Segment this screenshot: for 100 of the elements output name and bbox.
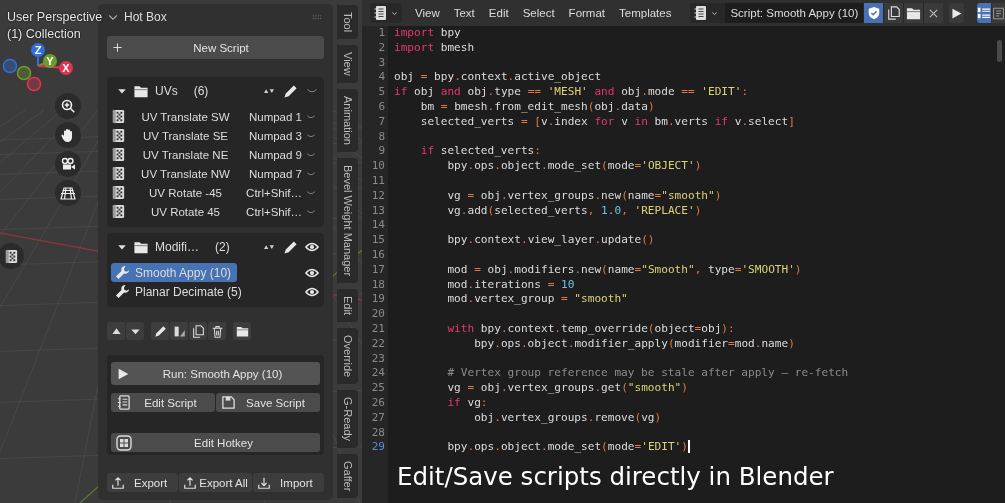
play-icon [116, 366, 130, 381]
trust-toggle[interactable] [864, 3, 884, 23]
axis-label: X [62, 62, 70, 74]
run-button[interactable]: Run: Smooth Appy (10) [111, 362, 320, 385]
sidebar-tab[interactable]: Gaffer [337, 454, 358, 499]
axis-handle[interactable] [2, 58, 18, 74]
line-number: 25 [370, 381, 386, 396]
save-icon [221, 395, 236, 410]
sidebar-tab[interactable]: View [337, 45, 358, 83]
code-line: bpy.context.view_layer.update() [446, 233, 655, 248]
sidebar-tab[interactable]: Override [337, 327, 358, 384]
line-number: 27 [370, 410, 386, 426]
script-item[interactable]: Smooth Appy (10) [111, 263, 237, 282]
eye-icon[interactable] [304, 240, 320, 254]
item-count: (6) [193, 84, 209, 98]
folder-icon [133, 83, 149, 99]
script-item[interactable]: UV Rotate 45 Ctrl+Shif… [111, 202, 320, 221]
play-icon [950, 6, 964, 20]
sidebar-tab[interactable]: Animation [337, 88, 358, 152]
import-button[interactable]: Import [252, 473, 324, 492]
line-numbers-toggle[interactable] [976, 3, 991, 23]
script-icon [111, 204, 126, 219]
line-number: 14 [370, 218, 386, 234]
hotkey-label: Numpad 7 [247, 167, 303, 180]
copy-button[interactable] [189, 322, 207, 340]
camera-icon[interactable] [60, 156, 76, 172]
line-number: 1 [377, 26, 386, 41]
duplicate-button[interactable] [884, 3, 904, 23]
script-item[interactable]: UV Translate NE Numpad 9 [111, 145, 320, 164]
sidebar-tab[interactable]: Edit [337, 288, 358, 322]
script-icon [111, 109, 126, 124]
pencil-button[interactable] [151, 322, 169, 340]
save-script-button[interactable]: Save Script [216, 393, 320, 412]
folder-button[interactable] [233, 322, 251, 340]
pencil-icon[interactable] [283, 239, 298, 255]
menu-item[interactable]: Edit [481, 3, 516, 23]
script-item[interactable]: UV Translate SW Numpad 1 [111, 107, 320, 126]
code-line: with bpy.context.temp_override(object=obj): [446, 321, 735, 337]
disclosure-triangle-icon[interactable] [117, 86, 127, 96]
script-item[interactable]: UV Rotate -45 Ctrl+Shif… [111, 183, 320, 202]
line-number: 15 [370, 233, 386, 248]
edit-hotkey-button[interactable]: Edit Hotkey [111, 433, 320, 452]
sidebar-tab[interactable]: Bevel Weight Manager [337, 157, 358, 283]
editor-type-button[interactable] [370, 3, 402, 23]
folder-icon [133, 239, 149, 255]
unlink-button[interactable] [924, 3, 944, 23]
paint-button[interactable] [170, 322, 188, 340]
wrench-icon [115, 265, 130, 280]
script-item[interactable]: UV Translate SE Numpad 3 [111, 126, 320, 145]
line-number: 13 [370, 203, 386, 219]
line-number: 5 [377, 85, 386, 100]
reorder-arrows-icon[interactable] [261, 86, 277, 96]
export-button[interactable]: Export [107, 473, 179, 492]
code-line: vg = obj.vertex_groups.new(name="smooth") [446, 188, 722, 204]
hotkey-label: Ctrl+Shif… [245, 186, 303, 199]
code-line: bpy.ops.object.modifier_apply(modifier=mod.name) [473, 336, 795, 352]
menu-item[interactable]: View [408, 3, 447, 23]
trash-button[interactable] [208, 322, 226, 340]
disclosure-triangle-icon[interactable] [117, 242, 127, 252]
code-line: mod = obj.modifiers.new(name="Smooth", type='SMOOTH') [446, 262, 802, 278]
axis-label: Y [46, 55, 54, 67]
open-button[interactable] [904, 3, 924, 23]
reorder-arrows-icon[interactable] [261, 242, 277, 252]
line-number: 26 [370, 395, 386, 411]
zoom-icon[interactable] [60, 98, 76, 114]
line-number: 6 [377, 100, 386, 115]
folder-icon [235, 324, 249, 338]
export-button[interactable]: Export All [179, 473, 252, 492]
scrollbar[interactable] [997, 40, 1002, 62]
sidebar-tab[interactable]: Tool [337, 5, 358, 40]
grid-icon[interactable] [60, 185, 76, 201]
pencil-icon[interactable] [283, 83, 298, 99]
export-icon [111, 475, 125, 490]
hotkey-label: Numpad 1 [247, 110, 303, 123]
line-number: 2 [377, 40, 386, 56]
menu-item[interactable]: Templates [612, 3, 679, 23]
axis-handle[interactable] [16, 65, 32, 81]
axis-handle[interactable] [26, 76, 42, 92]
hotkey-icon [116, 434, 132, 451]
line-number: 29 [370, 440, 386, 456]
edit-script-button[interactable]: Edit Script [111, 393, 215, 412]
menu-item[interactable]: Select [515, 3, 562, 23]
text-cursor [687, 440, 690, 454]
code-line: if selected_verts: [419, 144, 541, 160]
menu-item[interactable]: Format [561, 3, 613, 23]
export-icon [183, 475, 198, 490]
menu-item[interactable]: Text [446, 3, 482, 23]
move-up-button[interactable] [107, 322, 125, 340]
sidebar-tab[interactable]: G-Ready [337, 390, 358, 449]
run-script-button[interactable] [949, 3, 964, 23]
code-line: # Vertex group reference may be stale after apply — re-fetch [446, 366, 849, 382]
new-script-button[interactable]: New Script [107, 36, 324, 59]
document-icon [373, 5, 389, 21]
text-name-field[interactable]: Script: Smooth Appy (10) [725, 3, 864, 23]
checker-icon[interactable] [3, 248, 19, 264]
word-wrap-toggle[interactable] [991, 3, 1005, 23]
script-item[interactable]: UV Translate NW Numpad 7 [111, 164, 320, 183]
code-line: vg.add(selected_verts, 1.0, 'REPLACE') [446, 203, 702, 219]
move-down-button[interactable] [126, 322, 144, 340]
line-number: 8 [377, 129, 386, 145]
